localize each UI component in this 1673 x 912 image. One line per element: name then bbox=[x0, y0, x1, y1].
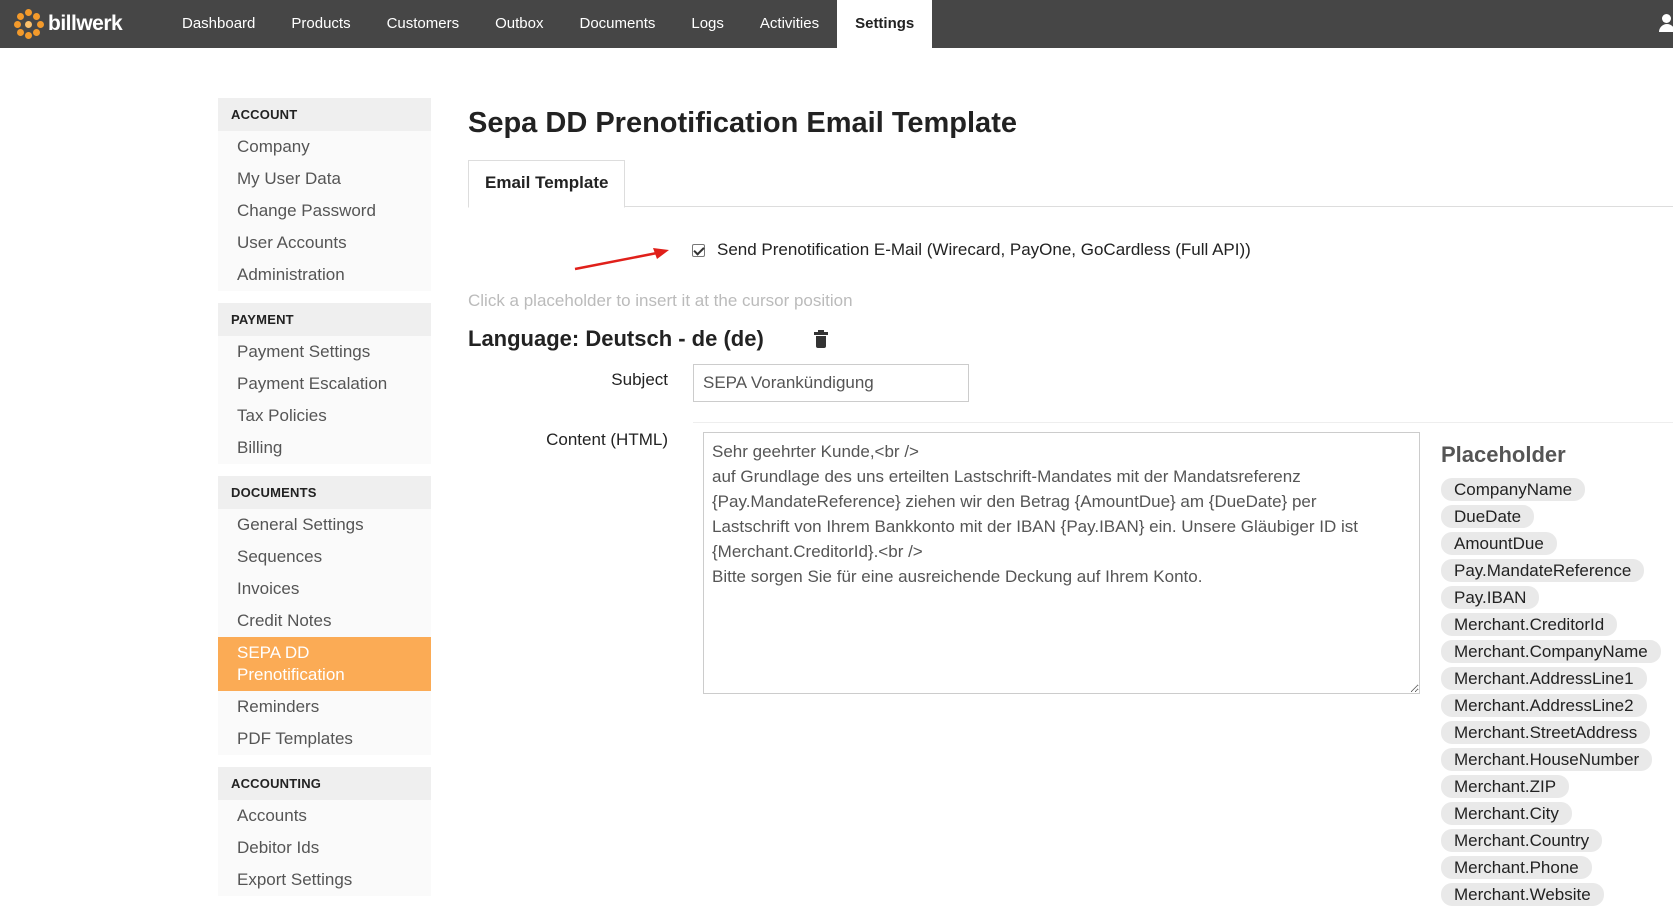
nav-item-documents[interactable]: Documents bbox=[562, 0, 674, 48]
content-html-textarea[interactable]: Sehr geehrter Kunde,<br /> auf Grundlage … bbox=[703, 432, 1420, 694]
send-prenotification-label[interactable]: Send Prenotification E-Mail (Wirecard, P… bbox=[717, 240, 1251, 260]
placeholder-merchant-housenumber[interactable]: Merchant.HouseNumber bbox=[1441, 748, 1653, 771]
placeholder-pay-iban[interactable]: Pay.IBAN bbox=[1441, 586, 1540, 609]
placeholder-merchant-phone[interactable]: Merchant.Phone bbox=[1441, 856, 1592, 879]
content-line: auf Grundlage des uns erteilten Lastschr… bbox=[712, 467, 1301, 486]
user-icon[interactable] bbox=[1659, 14, 1673, 34]
brand-name: billwerk bbox=[48, 12, 123, 35]
language-header: Language: Deutsch - de (de) bbox=[468, 326, 828, 352]
placeholder-merchant-zip[interactable]: Merchant.ZIP bbox=[1441, 775, 1570, 798]
sidebar-item-sepa-dd-prenotification[interactable]: SEPA DD Prenotification bbox=[218, 637, 431, 691]
placeholder-duedate[interactable]: DueDate bbox=[1441, 505, 1535, 528]
sidebar-heading: PAYMENT bbox=[218, 303, 431, 336]
main-nav: Dashboard Products Customers Outbox Document… bbox=[164, 0, 933, 48]
content-line: Lastschrift von Ihrem Bankkonto mit der … bbox=[712, 517, 1358, 536]
trash-icon[interactable] bbox=[813, 329, 828, 348]
sidebar-item-general-settings[interactable]: General Settings bbox=[218, 509, 431, 541]
settings-sidebar: ACCOUNT Company My User Data Change Passwor… bbox=[218, 98, 431, 908]
sidebar-item-export-settings[interactable]: Export Settings bbox=[218, 864, 431, 896]
subject-label: Subject bbox=[611, 370, 668, 389]
tab-email-template[interactable]: Email Template bbox=[468, 160, 626, 208]
sidebar-items: General Settings Sequences Invoices Credit … bbox=[218, 509, 431, 755]
sidebar-item-invoices[interactable]: Invoices bbox=[218, 573, 431, 605]
sidebar-item-credit-notes[interactable]: Credit Notes bbox=[218, 605, 431, 637]
sidebar-heading: DOCUMENTS bbox=[218, 476, 431, 509]
sidebar-heading: ACCOUNTING bbox=[218, 767, 431, 800]
sidebar-item-debitor-ids[interactable]: Debitor Ids bbox=[218, 832, 431, 864]
sidebar-section-documents: DOCUMENTS General Settings Sequences Invoic… bbox=[218, 476, 431, 755]
sidebar-item-accounts[interactable]: Accounts bbox=[218, 800, 431, 832]
tab-bar: Email Template bbox=[468, 160, 1673, 208]
prenotification-checkbox-row: Send Prenotification E-Mail (Wirecard, P… bbox=[692, 240, 1251, 260]
content-line: Bitte sorgen Sie für eine ausreichende D… bbox=[712, 567, 1203, 586]
placeholder-merchant-city[interactable]: Merchant.City bbox=[1441, 802, 1572, 825]
sidebar-item-pdf-templates[interactable]: PDF Templates bbox=[218, 723, 431, 755]
placeholder-amountdue[interactable]: AmountDue bbox=[1441, 532, 1557, 555]
content-line: {Merchant.CreditorId}.<br /> bbox=[712, 542, 923, 561]
red-arrow-annotation bbox=[574, 248, 669, 271]
placeholder-merchant-addressline1[interactable]: Merchant.AddressLine1 bbox=[1441, 667, 1647, 690]
sidebar-item-change-password[interactable]: Change Password bbox=[218, 195, 431, 227]
placeholder-companyname[interactable]: CompanyName bbox=[1441, 478, 1586, 501]
sidebar-item-user-accounts[interactable]: User Accounts bbox=[218, 227, 431, 259]
placeholder-merchant-country[interactable]: Merchant.Country bbox=[1441, 829, 1603, 852]
nav-item-logs[interactable]: Logs bbox=[673, 0, 742, 48]
placeholder-pay-mandatereference[interactable]: Pay.MandateReference bbox=[1441, 559, 1645, 582]
top-navigation-bar: billwerk Dashboard Products Customers Outbo… bbox=[0, 0, 1673, 48]
sidebar-item-reminders[interactable]: Reminders bbox=[218, 691, 431, 723]
sidebar-section-account: ACCOUNT Company My User Data Change Passwor… bbox=[218, 98, 431, 291]
sidebar-item-administration[interactable]: Administration bbox=[218, 259, 431, 291]
nav-item-settings[interactable]: Settings bbox=[837, 0, 933, 48]
divider bbox=[693, 422, 1673, 423]
sidebar-item-sequences[interactable]: Sequences bbox=[218, 541, 431, 573]
sidebar-item-payment-settings[interactable]: Payment Settings bbox=[218, 336, 431, 368]
nav-item-activities[interactable]: Activities bbox=[742, 0, 837, 48]
placeholder-title: Placeholder bbox=[1441, 442, 1566, 467]
subject-input[interactable] bbox=[693, 364, 969, 402]
language-title: Language: Deutsch - de (de) bbox=[468, 326, 764, 351]
sidebar-items: Accounts Debitor Ids Export Settings bbox=[218, 800, 431, 896]
billwerk-logo-icon bbox=[14, 9, 44, 39]
placeholder-panel: Placeholder CompanyName DueDate AmountDue P… bbox=[1441, 442, 1673, 910]
content-label: Content (HTML) bbox=[546, 430, 668, 449]
content-line: {Pay.MandateReference} ziehen wir den Be… bbox=[712, 492, 1317, 511]
main-content: Sepa DD Prenotification Email Template E… bbox=[468, 98, 1673, 906]
nav-item-outbox[interactable]: Outbox bbox=[477, 0, 561, 48]
send-prenotification-checkbox[interactable] bbox=[692, 243, 705, 257]
placeholder-merchant-creditorid[interactable]: Merchant.CreditorId bbox=[1441, 613, 1618, 636]
placeholder-list: CompanyName DueDate AmountDue Pay.MandateRe… bbox=[1441, 478, 1673, 910]
billwerk-logo[interactable]: billwerk bbox=[14, 9, 123, 39]
nav-item-dashboard[interactable]: Dashboard bbox=[164, 0, 273, 48]
sidebar-item-company[interactable]: Company bbox=[218, 131, 431, 163]
sidebar-item-tax-policies[interactable]: Tax Policies bbox=[218, 400, 431, 432]
placeholder-merchant-addressline2[interactable]: Merchant.AddressLine2 bbox=[1441, 694, 1647, 717]
page-title: Sepa DD Prenotification Email Template bbox=[468, 107, 1017, 139]
sidebar-item-my-user-data[interactable]: My User Data bbox=[218, 163, 431, 195]
sidebar-section-payment: PAYMENT Payment Settings Payment Escalatio… bbox=[218, 303, 431, 464]
placeholder-merchant-companyname[interactable]: Merchant.CompanyName bbox=[1441, 640, 1661, 663]
sidebar-items: Payment Settings Payment Escalation Tax Po… bbox=[218, 336, 431, 464]
nav-item-customers[interactable]: Customers bbox=[369, 0, 478, 48]
sidebar-heading: ACCOUNT bbox=[218, 98, 431, 131]
sidebar-item-payment-escalation[interactable]: Payment Escalation bbox=[218, 368, 431, 400]
nav-item-products[interactable]: Products bbox=[273, 0, 368, 48]
placeholder-hint: Click a placeholder to insert it at the … bbox=[468, 291, 853, 310]
sidebar-item-billing[interactable]: Billing bbox=[218, 432, 431, 464]
placeholder-merchant-website[interactable]: Merchant.Website bbox=[1441, 883, 1604, 906]
placeholder-merchant-streetaddress[interactable]: Merchant.StreetAddress bbox=[1441, 721, 1651, 744]
content-line: Sehr geehrter Kunde,<br /> bbox=[712, 442, 919, 461]
sidebar-section-accounting: ACCOUNTING Accounts Debitor Ids Export Sett… bbox=[218, 767, 431, 896]
sidebar-items: Company My User Data Change Password User A… bbox=[218, 131, 431, 291]
